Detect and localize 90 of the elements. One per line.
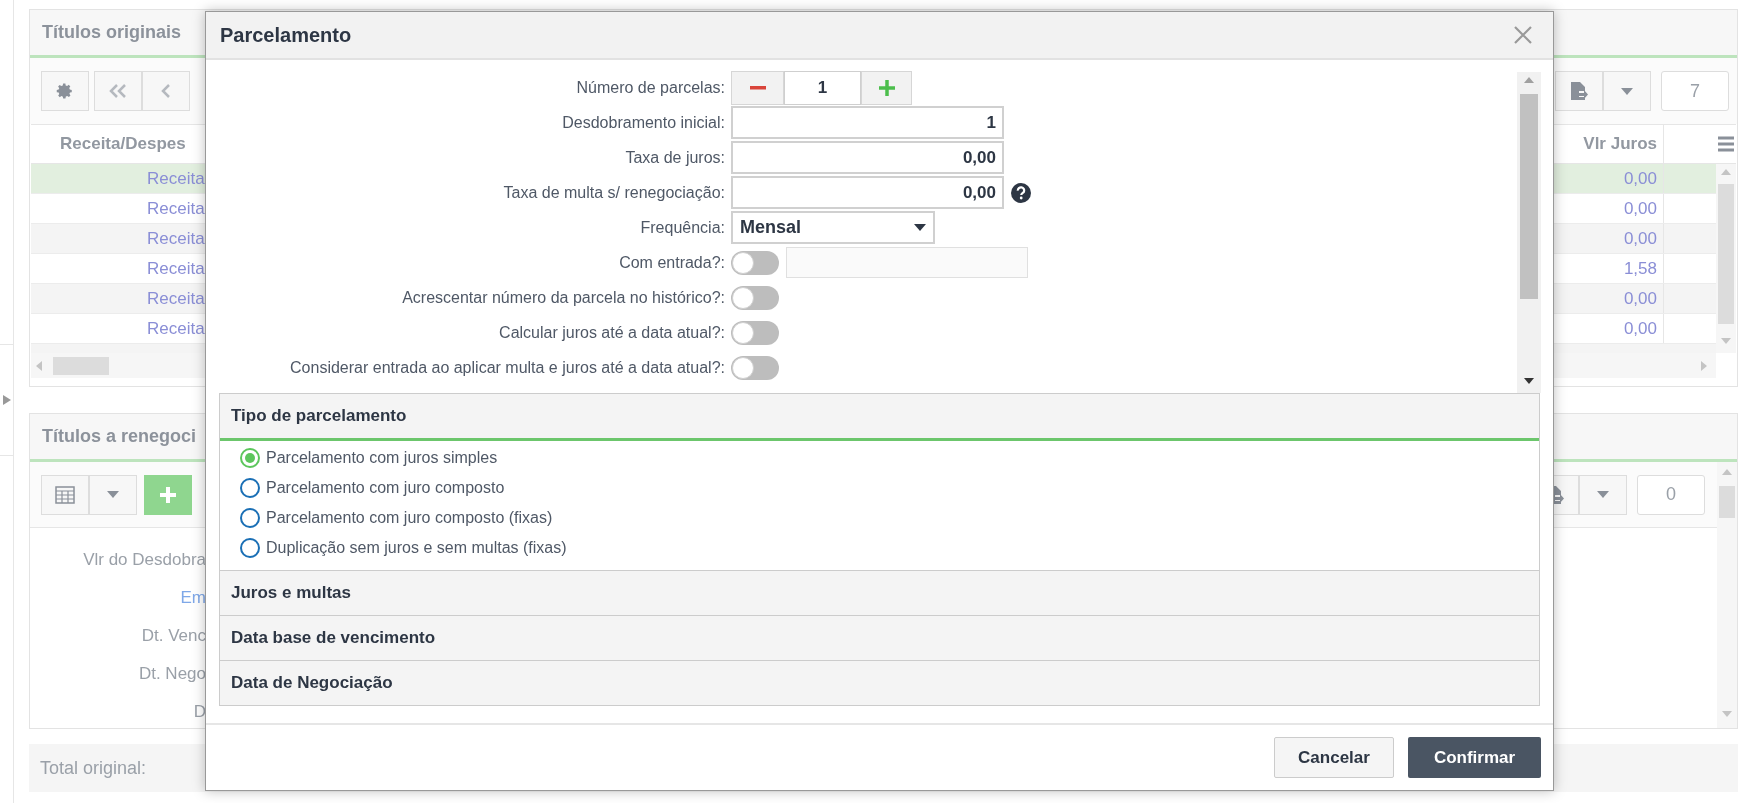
increment-button[interactable] — [861, 70, 912, 105]
field-label: Acrescentar número da parcela no histórico?: — [401, 287, 726, 308]
field-label: Calcular juros até a data atual?: — [498, 322, 726, 343]
add-button[interactable] — [144, 474, 192, 515]
radio-button[interactable] — [240, 448, 260, 468]
scrollbar-thumb[interactable] — [1520, 94, 1538, 299]
dialog-title: Parcelamento — [220, 23, 352, 48]
radio-button[interactable] — [240, 478, 260, 498]
scrollbar-thumb[interactable] — [1718, 184, 1734, 324]
frequency-select[interactable]: Mensal — [731, 211, 935, 244]
decrement-button[interactable] — [731, 70, 784, 105]
number-field[interactable]: 1 — [784, 70, 861, 105]
table-cell-text: Receita — [146, 227, 206, 250]
radio-label[interactable]: Parcelamento com juro composto — [266, 476, 505, 500]
field-label: Desdobramento inicial: — [561, 112, 726, 133]
table-cell-text: 0,00 — [1622, 167, 1658, 190]
accordion-header[interactable]: Juros e multas — [220, 570, 1539, 615]
chevron-left-icon — [160, 83, 172, 99]
number-field[interactable]: 0,00 — [731, 176, 1004, 209]
vertical-scrollbar[interactable] — [1517, 72, 1541, 393]
help-icon[interactable] — [1011, 182, 1031, 203]
panel-title: Títulos originais — [42, 21, 181, 44]
minus-icon — [749, 85, 766, 90]
radio-label[interactable]: Duplicação sem juros e sem multas (fixas) — [266, 536, 567, 560]
triangle-right-icon — [2, 395, 11, 405]
field-label: Taxa de juros: — [624, 147, 726, 168]
scrollbar-thumb[interactable] — [1719, 486, 1735, 518]
table-cell-text: Receita — [146, 167, 206, 190]
caret-down-icon — [1597, 491, 1609, 498]
export-button[interactable] — [1555, 71, 1603, 111]
table-cell-text: 1,58 — [1622, 257, 1658, 280]
total-label: Total original: — [40, 756, 147, 780]
toggle-switch[interactable] — [731, 355, 779, 380]
field-label: Vlr do Desdobra — [83, 549, 206, 571]
dropdown-button[interactable] — [1579, 474, 1627, 515]
accordion-header[interactable]: Data de Negociação — [220, 660, 1539, 705]
table-cell-text: Receita — [146, 257, 206, 280]
radio-label[interactable]: Parcelamento com juros simples — [266, 446, 498, 470]
field-label: Frequência: — [639, 217, 726, 238]
table-cell-text: 0,00 — [1622, 227, 1658, 250]
record-count: 7 — [1661, 71, 1729, 111]
accordion-header[interactable]: Tipo de parcelamento — [220, 394, 1539, 441]
field-label: Dt. Nego — [138, 663, 206, 685]
radio-label[interactable]: Parcelamento com juro composto (fixas) — [266, 506, 553, 530]
field-label: Considerar entrada ao aplicar multa e juros até a data atual?: — [289, 357, 726, 378]
table-cell-text: 0,00 — [1622, 317, 1658, 340]
column-header: Receita/Despes — [59, 133, 187, 156]
table-icon — [55, 485, 75, 504]
accordion-header[interactable]: Data base de vencimento — [220, 615, 1539, 660]
toggle-switch[interactable] — [731, 285, 779, 310]
panel-title: Títulos a renegoci — [42, 425, 197, 448]
field-label: Taxa de multa s/ renegociação: — [502, 182, 726, 203]
plus-icon — [877, 78, 896, 97]
record-count: 0 — [1637, 474, 1705, 515]
vertical-scrollbar[interactable] — [1717, 462, 1737, 728]
caret-down-icon — [1621, 87, 1633, 95]
toggle-switch[interactable] — [731, 320, 779, 345]
caret-down-icon — [107, 491, 119, 498]
table-cell-text: Receita — [146, 287, 206, 310]
number-field[interactable]: 0,00 — [731, 141, 1004, 174]
table-cell-text: Receita — [146, 197, 206, 220]
table-cell-text: 0,00 — [1622, 197, 1658, 220]
confirm-button[interactable]: Confirmar — [1408, 737, 1541, 778]
first-page-button[interactable] — [94, 71, 142, 111]
table-cell-text: Receita — [146, 317, 206, 340]
field-label: D — [193, 701, 206, 723]
menu-icon[interactable] — [1716, 136, 1736, 152]
cancel-button[interactable]: Cancelar — [1274, 737, 1394, 778]
column-header: Vlr Juros — [1582, 133, 1658, 156]
previous-page-button[interactable] — [142, 71, 190, 111]
sidebar-toggle[interactable] — [0, 344, 14, 456]
table-cell-text: 0,00 — [1622, 287, 1658, 310]
toggle-switch[interactable] — [731, 250, 779, 275]
number-field[interactable]: 1 — [731, 106, 1004, 139]
plus-icon — [158, 484, 178, 505]
file-export-icon — [1570, 81, 1588, 101]
dropdown-button[interactable] — [89, 474, 137, 515]
table-view-button[interactable] — [41, 474, 89, 515]
radio-button[interactable] — [240, 508, 260, 528]
radio-button[interactable] — [240, 538, 260, 558]
close-icon — [1513, 25, 1533, 45]
settings-button[interactable] — [41, 71, 89, 111]
field-label: Dt. Venc — [141, 625, 206, 647]
scrollbar-thumb[interactable] — [53, 356, 109, 375]
field-label: Número de parcelas: — [575, 77, 726, 98]
dropdown-button[interactable] — [1603, 71, 1651, 111]
double-chevron-left-icon — [108, 83, 128, 99]
vertical-scrollbar[interactable] — [1716, 164, 1736, 353]
field-label: Com entrada?: — [618, 252, 726, 273]
gear-icon — [56, 82, 74, 100]
